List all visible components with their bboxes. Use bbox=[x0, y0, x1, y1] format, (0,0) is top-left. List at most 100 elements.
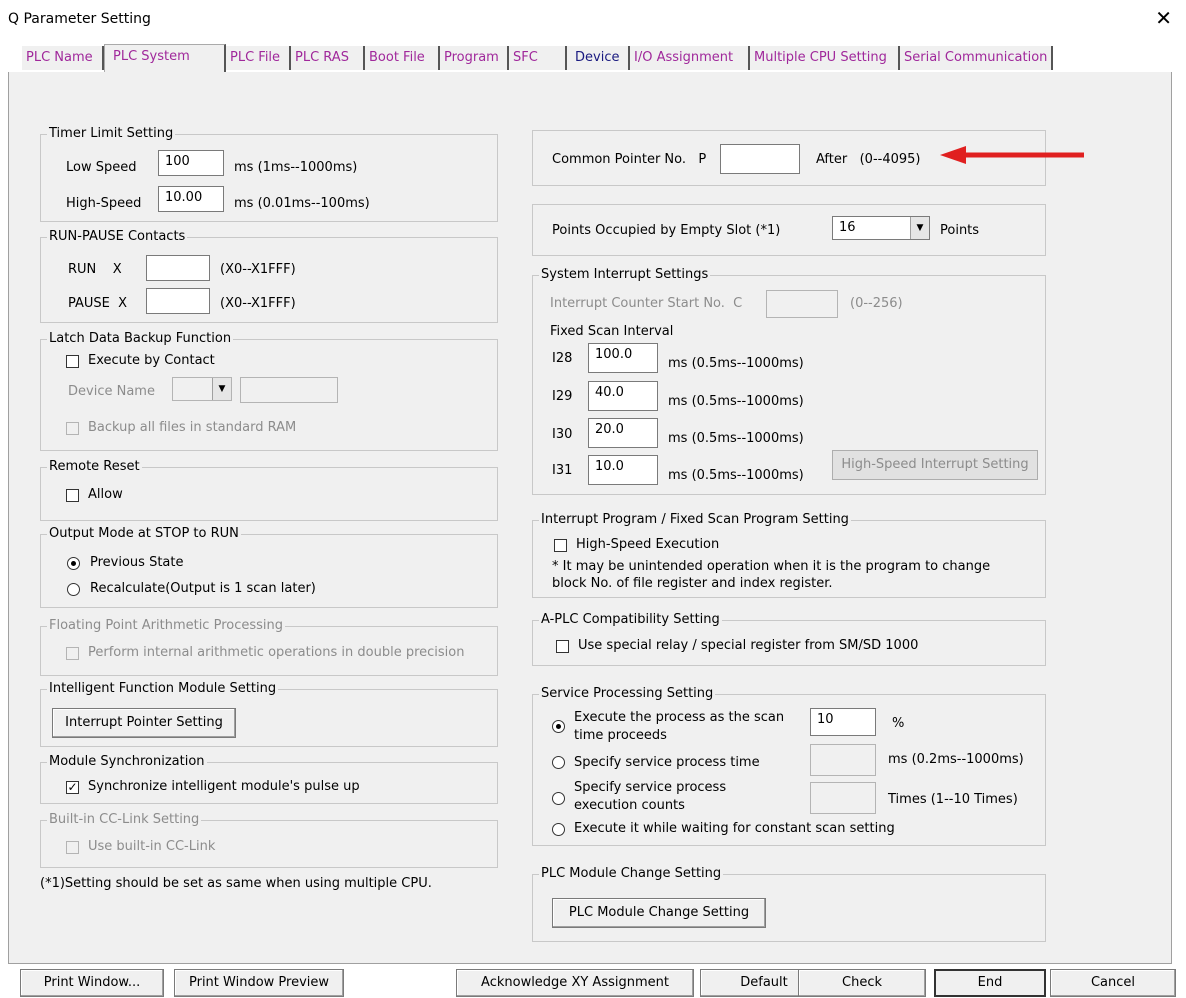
execution-counts-input[interactable] bbox=[810, 782, 876, 814]
acknowledge-xy-button[interactable]: Acknowledge XY Assignment bbox=[456, 969, 694, 997]
tab-serial-communication[interactable]: Serial Communication bbox=[900, 46, 1053, 70]
high-speed-input[interactable]: 10.00 bbox=[158, 186, 224, 212]
synchronize-checkbox[interactable]: ✓ bbox=[66, 781, 79, 794]
pause-label: PAUSE X bbox=[68, 296, 128, 311]
common-pointer-after: After (0--4095) bbox=[816, 152, 921, 167]
cancel-button[interactable]: Cancel bbox=[1050, 969, 1176, 997]
i28-input[interactable]: 100.0 bbox=[588, 343, 658, 373]
interrupt-program-label: Interrupt Program / Fixed Scan Program S… bbox=[539, 512, 851, 527]
low-speed-input[interactable]: 100 bbox=[158, 150, 224, 176]
empty-slot-select[interactable]: 16 ▼ bbox=[832, 216, 930, 240]
intprog-note-2: block No. of file register and index reg… bbox=[552, 576, 833, 591]
tab-device[interactable]: Device bbox=[567, 46, 630, 70]
plc-module-change-label: PLC Module Change Setting bbox=[539, 866, 724, 881]
check-button[interactable]: Check bbox=[798, 969, 926, 997]
floating-point-label: Floating Point Arithmetic Processing bbox=[47, 618, 286, 633]
window-title: Q Parameter Setting bbox=[8, 11, 151, 27]
i29-label: I29 bbox=[552, 389, 573, 404]
footnote: (*1)Setting should be set as same when u… bbox=[40, 876, 432, 891]
special-relay-checkbox[interactable] bbox=[556, 640, 569, 653]
i31-label: I31 bbox=[552, 463, 573, 478]
i29-input[interactable]: 40.0 bbox=[588, 381, 658, 411]
tab-plc-ras[interactable]: PLC RAS bbox=[291, 46, 365, 70]
constant-scan-label: Execute it while waiting for constant sc… bbox=[574, 821, 895, 836]
scan-proceeds-label-1: Execute the process as the scan bbox=[574, 710, 785, 725]
latch-backup-label: Latch Data Backup Function bbox=[47, 331, 234, 346]
execution-counts-label-2: execution counts bbox=[574, 798, 685, 813]
pause-input[interactable] bbox=[146, 288, 210, 314]
red-arrow-icon bbox=[940, 146, 1084, 164]
i30-unit: ms (0.5ms--1000ms) bbox=[668, 431, 804, 446]
run-pause-label: RUN-PAUSE Contacts bbox=[47, 229, 188, 244]
low-speed-label: Low Speed bbox=[66, 160, 137, 175]
use-cc-link-label: Use built-in CC-Link bbox=[88, 839, 216, 854]
backup-all-files-checkbox[interactable] bbox=[66, 422, 79, 435]
tab-program[interactable]: Program bbox=[440, 46, 509, 70]
high-speed-interrupt-button[interactable]: High-Speed Interrupt Setting bbox=[832, 450, 1038, 480]
device-number-input[interactable] bbox=[240, 377, 338, 403]
execute-by-contact-label: Execute by Contact bbox=[88, 353, 215, 368]
interrupt-counter-label: Interrupt Counter Start No. C bbox=[550, 296, 743, 311]
tab-plc-file[interactable]: PLC File bbox=[226, 46, 291, 70]
end-button[interactable]: End bbox=[934, 969, 1046, 997]
empty-slot-unit: Points bbox=[940, 223, 980, 238]
low-speed-unit: ms (1ms--1000ms) bbox=[234, 160, 358, 175]
fixed-scan-label: Fixed Scan Interval bbox=[550, 324, 674, 339]
service-time-input[interactable] bbox=[810, 744, 876, 776]
timer-limit-label: Timer Limit Setting bbox=[47, 126, 176, 141]
execution-counts-label-1: Specify service process bbox=[574, 780, 727, 795]
tab-sfc[interactable]: SFC bbox=[509, 46, 567, 70]
tab-plc-name[interactable]: PLC Name bbox=[22, 46, 104, 70]
run-range: (X0--X1FFF) bbox=[220, 262, 296, 277]
scan-proceeds-unit: % bbox=[892, 716, 905, 731]
recalculate-label: Recalculate(Output is 1 scan later) bbox=[90, 581, 316, 596]
interrupt-counter-input[interactable] bbox=[766, 290, 838, 318]
high-speed-execution-label: High-Speed Execution bbox=[576, 537, 720, 552]
run-input[interactable] bbox=[146, 255, 210, 281]
system-interrupt-label: System Interrupt Settings bbox=[539, 267, 711, 282]
print-preview-button[interactable]: Print Window Preview bbox=[174, 969, 344, 997]
i29-unit: ms (0.5ms--1000ms) bbox=[668, 394, 804, 409]
previous-state-radio[interactable] bbox=[67, 557, 80, 570]
intelligent-module-label: Intelligent Function Module Setting bbox=[47, 681, 279, 696]
output-mode-label: Output Mode at STOP to RUN bbox=[47, 526, 241, 541]
tab-plc-system[interactable]: PLC System bbox=[104, 44, 226, 72]
backup-all-files-label: Backup all files in standard RAM bbox=[88, 420, 297, 435]
close-icon[interactable]: ✕ bbox=[1155, 6, 1172, 30]
high-speed-unit: ms (0.01ms--100ms) bbox=[234, 196, 370, 211]
device-name-select[interactable]: ▼ bbox=[172, 377, 232, 401]
scan-proceeds-input[interactable]: 10 bbox=[810, 708, 876, 736]
common-pointer-input[interactable] bbox=[720, 144, 800, 174]
synchronize-label: Synchronize intelligent module's pulse u… bbox=[88, 779, 360, 794]
plc-module-change-button[interactable]: PLC Module Change Setting bbox=[552, 898, 766, 928]
intprog-note-1: * It may be unintended operation when it… bbox=[552, 559, 991, 574]
print-window-button[interactable]: Print Window... bbox=[20, 969, 164, 997]
recalculate-radio[interactable] bbox=[67, 583, 80, 596]
interrupt-pointer-button[interactable]: Interrupt Pointer Setting bbox=[52, 708, 236, 738]
use-cc-link-checkbox[interactable] bbox=[66, 841, 79, 854]
allow-checkbox[interactable] bbox=[66, 489, 79, 502]
service-time-label: Specify service process time bbox=[574, 755, 760, 770]
execution-counts-radio[interactable] bbox=[552, 792, 565, 805]
i30-label: I30 bbox=[552, 427, 573, 442]
tab-boot-file[interactable]: Boot File bbox=[365, 46, 440, 70]
tab-multiple-cpu[interactable]: Multiple CPU Setting bbox=[750, 46, 900, 70]
scan-proceeds-radio[interactable] bbox=[552, 720, 565, 733]
service-time-unit: ms (0.2ms--1000ms) bbox=[888, 752, 1024, 767]
tab-io-assignment[interactable]: I/O Assignment bbox=[630, 46, 750, 70]
title-bar: Q Parameter Setting ✕ bbox=[0, 0, 1186, 44]
previous-state-label: Previous State bbox=[90, 555, 184, 570]
double-precision-checkbox[interactable] bbox=[66, 647, 79, 660]
i31-input[interactable]: 10.0 bbox=[588, 455, 658, 485]
i28-unit: ms (0.5ms--1000ms) bbox=[668, 356, 804, 371]
module-sync-label: Module Synchronization bbox=[47, 754, 207, 769]
execute-by-contact-checkbox[interactable] bbox=[66, 355, 79, 368]
service-time-radio[interactable] bbox=[552, 756, 565, 769]
execution-counts-unit: Times (1--10 Times) bbox=[888, 792, 1018, 807]
high-speed-label: High-Speed bbox=[66, 196, 142, 211]
i30-input[interactable]: 20.0 bbox=[588, 418, 658, 448]
remote-reset-label: Remote Reset bbox=[47, 459, 142, 474]
high-speed-execution-checkbox[interactable] bbox=[554, 539, 567, 552]
cc-link-label: Built-in CC-Link Setting bbox=[47, 812, 202, 827]
constant-scan-radio[interactable] bbox=[552, 823, 565, 836]
